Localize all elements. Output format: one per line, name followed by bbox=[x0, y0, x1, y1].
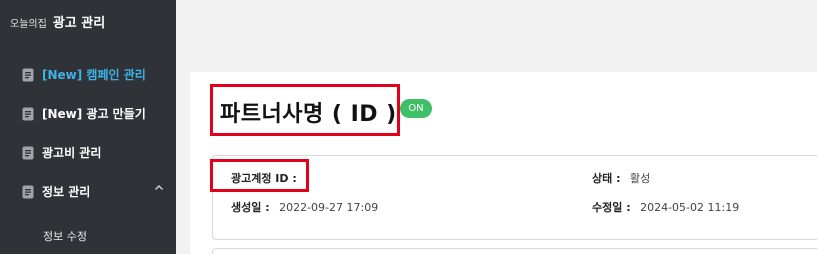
brand[interactable]: 오늘의집 광고 관리 bbox=[10, 12, 105, 31]
status-badge: ON bbox=[400, 99, 432, 118]
sidebar-subitem-edit-info[interactable]: 정보 수정 bbox=[43, 228, 87, 244]
sidebar-item-label: 광고비 관리 bbox=[42, 146, 102, 160]
sidebar-item-campaign[interactable]: [New] 캠페인 관리 bbox=[22, 66, 162, 83]
status-field: 상태 : 활성 bbox=[592, 170, 650, 186]
sidebar-item-ad-cost[interactable]: 광고비 관리 bbox=[22, 144, 162, 161]
sidebar-item-label: [New] 캠페인 관리 bbox=[42, 68, 146, 82]
status-value: 활성 bbox=[629, 172, 651, 185]
sidebar-item-info[interactable]: 정보 관리 bbox=[22, 183, 164, 200]
page-title: 파트너사명 ( ID ) bbox=[220, 102, 397, 127]
chevron-up-icon[interactable] bbox=[154, 183, 164, 196]
document-icon bbox=[22, 146, 34, 159]
created-value: 2022-09-27 17:09 bbox=[279, 201, 379, 214]
status-label: 상태 : bbox=[592, 172, 621, 185]
account-id-label: 광고계정 ID : bbox=[231, 172, 297, 185]
sidebar-item-label: [New] 광고 만들기 bbox=[42, 107, 146, 121]
sidebar-item-create-ad[interactable]: [New] 광고 만들기 bbox=[22, 105, 162, 122]
top-bar bbox=[176, 0, 817, 72]
account-id-field: 광고계정 ID : bbox=[231, 170, 303, 186]
created-label: 생성일 : bbox=[231, 201, 270, 214]
sidebar-item-label: 정보 관리 bbox=[42, 185, 91, 199]
created-field: 생성일 : 2022-09-27 17:09 bbox=[231, 199, 378, 215]
document-icon bbox=[22, 107, 34, 120]
document-icon bbox=[22, 185, 34, 198]
next-card bbox=[212, 248, 817, 254]
sidebar: 오늘의집 광고 관리 [New] 캠페인 관리 [New] 광고 만들기 광고비… bbox=[0, 0, 176, 254]
modified-label: 수정일 : bbox=[592, 201, 631, 214]
document-icon bbox=[22, 68, 34, 81]
brand-logo-text: 오늘의집 bbox=[10, 19, 47, 30]
brand-title: 광고 관리 bbox=[52, 16, 106, 31]
modified-value: 2024-05-02 11:19 bbox=[640, 201, 740, 214]
modified-field: 수정일 : 2024-05-02 11:19 bbox=[592, 199, 739, 215]
